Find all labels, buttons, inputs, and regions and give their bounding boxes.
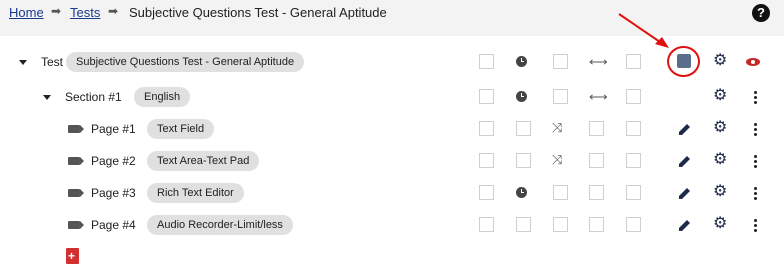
pencil-icon[interactable] [678, 122, 692, 136]
more-vert-icon[interactable] [754, 219, 757, 234]
annotation-circle [667, 46, 700, 77]
annotation-arrow [618, 13, 669, 48]
label-icon [68, 221, 84, 229]
shuffle-icon: ⤨ [552, 152, 563, 167]
page-type-chip: Audio Recorder-Limit/less [147, 215, 293, 235]
checkbox[interactable] [553, 89, 568, 104]
gear-icon[interactable]: ⚙ [713, 53, 727, 69]
pencil-icon[interactable] [678, 154, 692, 168]
arrows-horizontal-icon: ⟷ [589, 89, 608, 104]
clock-icon [516, 187, 527, 198]
checkbox[interactable] [626, 185, 641, 200]
clock-icon [516, 91, 527, 102]
more-vert-icon[interactable] [754, 187, 757, 202]
checkbox[interactable] [479, 89, 494, 104]
pencil-icon[interactable] [678, 218, 692, 232]
page-label: Page #4 [91, 218, 136, 232]
gear-icon[interactable]: ⚙ [713, 120, 727, 136]
breadcrumb-current: Subjective Questions Test - General Apti… [129, 5, 387, 20]
checkbox[interactable] [479, 153, 494, 168]
label-icon [68, 157, 84, 165]
gear-icon[interactable]: ⚙ [713, 152, 727, 168]
page-row: Page #1 Text Field ⤨ ⚙ [0, 114, 784, 144]
page-row: Page #4 Audio Recorder-Limit/less ⚙ [0, 210, 784, 240]
checkbox[interactable] [516, 217, 531, 232]
checkbox[interactable] [626, 54, 641, 69]
checkbox[interactable] [516, 153, 531, 168]
arrow-right-icon: ➡ [108, 4, 119, 18]
checkbox[interactable] [626, 217, 641, 232]
checkbox[interactable] [626, 121, 641, 136]
eye-icon[interactable] [746, 58, 760, 66]
gear-icon[interactable]: ⚙ [713, 184, 727, 200]
page-type-chip: Rich Text Editor [147, 183, 244, 203]
checkbox[interactable] [589, 121, 604, 136]
arrow-right-icon: ➡ [51, 4, 62, 18]
checkbox[interactable] [479, 217, 494, 232]
gear-icon[interactable]: ⚙ [713, 216, 727, 232]
help-icon[interactable]: ? [752, 4, 770, 22]
checkbox[interactable] [516, 121, 531, 136]
checkbox[interactable] [553, 185, 568, 200]
checkbox[interactable] [479, 185, 494, 200]
checkbox[interactable] [553, 217, 568, 232]
section-label: Section #1 [65, 90, 122, 104]
breadcrumb-home-link[interactable]: Home [9, 5, 44, 20]
test-label: Test [41, 55, 64, 69]
caret-down-icon[interactable] [19, 60, 27, 65]
page-type-chip: Text Area-Text Pad [147, 151, 260, 171]
checkbox[interactable] [479, 54, 494, 69]
page-label: Page #1 [91, 122, 136, 136]
test-name-chip: Subjective Questions Test - General Apti… [66, 52, 305, 72]
checkbox[interactable] [479, 121, 494, 136]
more-vert-icon[interactable] [754, 123, 757, 138]
page-label: Page #2 [91, 154, 136, 168]
clock-icon [516, 56, 527, 67]
pencil-icon[interactable] [678, 186, 692, 200]
page-row: Page #3 Rich Text Editor ⚙ [0, 178, 784, 208]
checkbox[interactable] [553, 54, 568, 69]
caret-down-icon[interactable] [43, 95, 51, 100]
page-row: Page #2 Text Area-Text Pad ⤨ ⚙ [0, 146, 784, 176]
checkbox[interactable] [589, 185, 604, 200]
label-icon [68, 125, 84, 133]
checkbox[interactable] [626, 153, 641, 168]
breadcrumb-tests-link[interactable]: Tests [70, 5, 100, 20]
checkbox[interactable] [589, 153, 604, 168]
more-vert-icon[interactable] [754, 155, 757, 170]
label-icon [68, 189, 84, 197]
page-type-chip: Text Field [147, 119, 215, 139]
page-label: Page #3 [91, 186, 136, 200]
section-row: Section #1 English ⟷ ⚙ [0, 82, 784, 112]
checkbox[interactable] [626, 89, 641, 104]
more-vert-icon[interactable] [754, 91, 757, 106]
section-language-chip: English [134, 87, 191, 107]
add-page-icon[interactable] [66, 248, 79, 264]
arrows-horizontal-icon: ⟷ [589, 54, 608, 69]
checkbox[interactable] [589, 217, 604, 232]
gear-icon[interactable]: ⚙ [713, 88, 727, 104]
shuffle-icon: ⤨ [552, 120, 563, 135]
